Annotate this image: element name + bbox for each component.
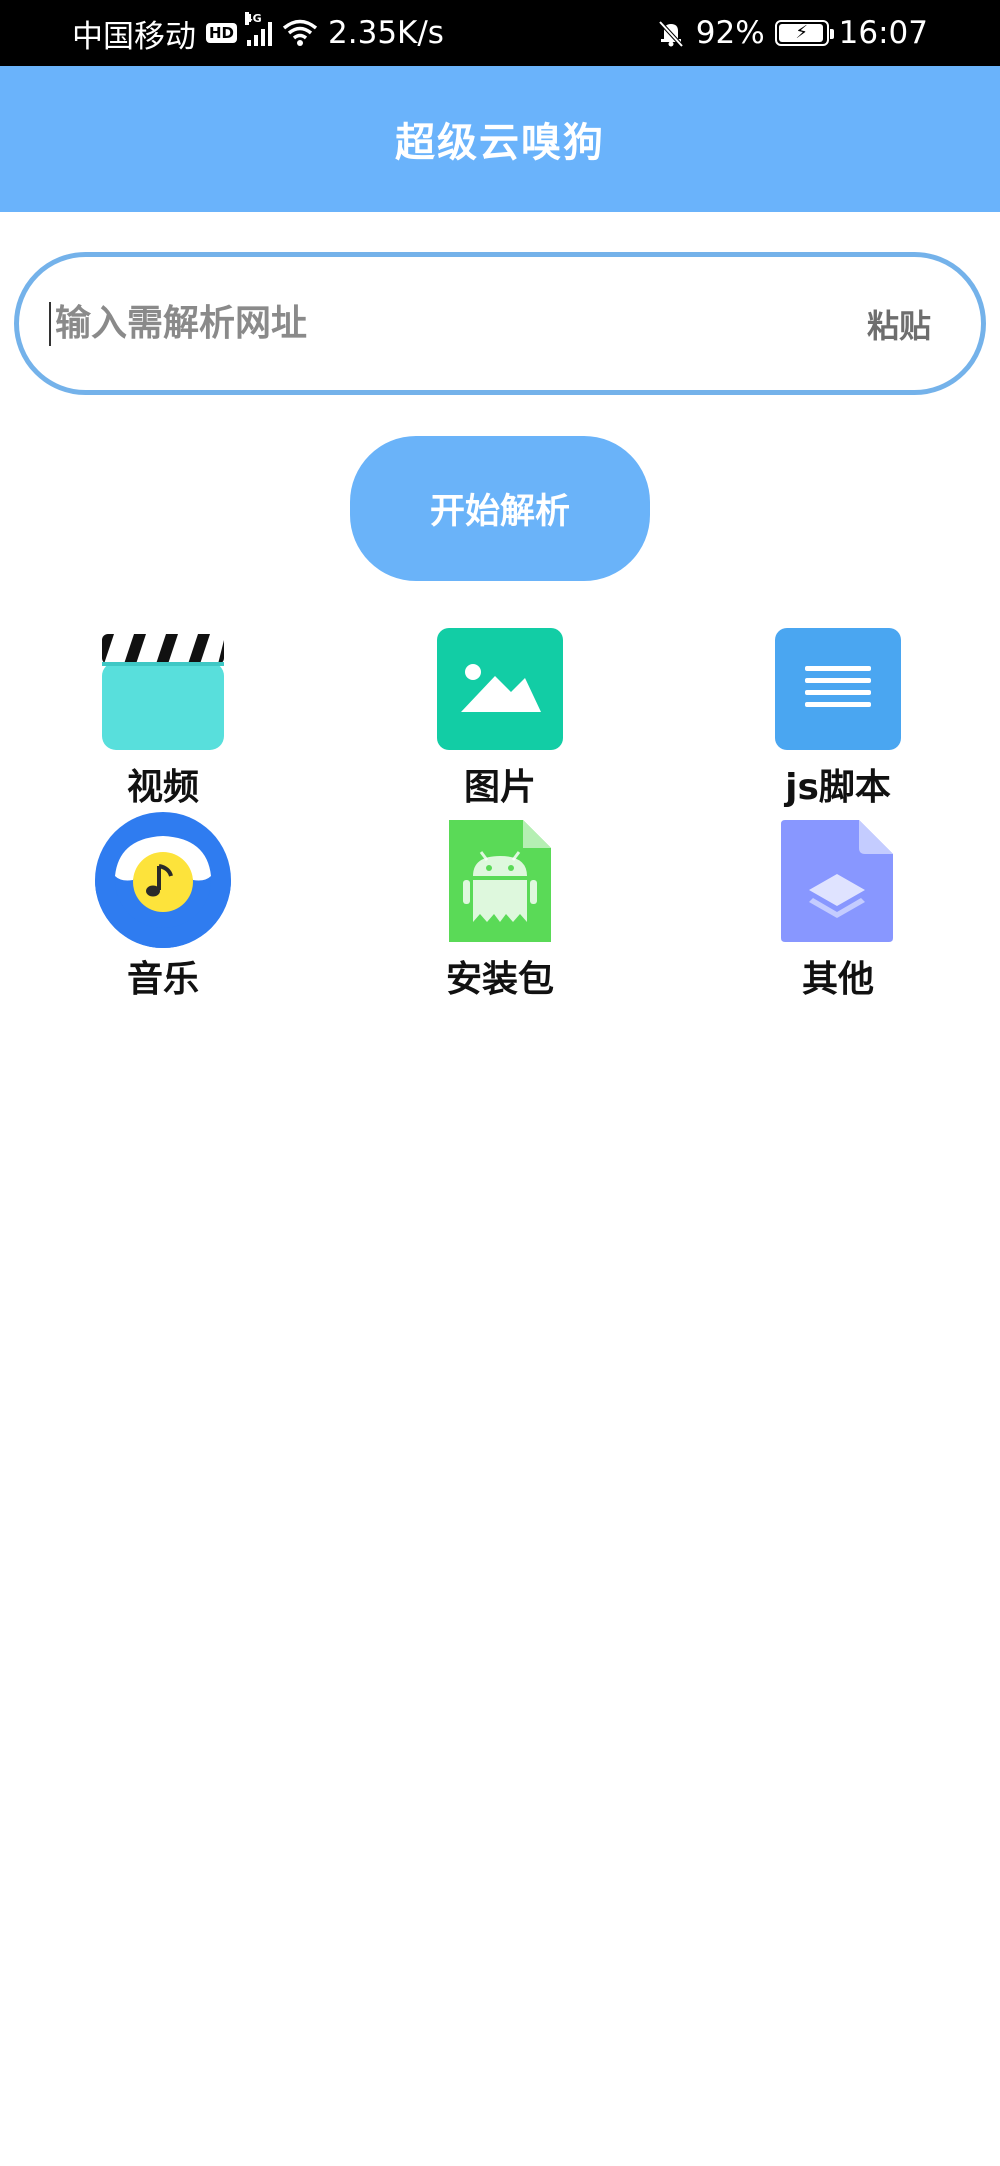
category-label: 安装包 [445, 959, 554, 1000]
status-bar-right: 92% ⚡ 16:07 [656, 15, 928, 51]
music-note-icon [95, 812, 231, 948]
wifi-icon [282, 19, 318, 46]
clock: 16:07 [838, 15, 928, 51]
battery-percent: 92% [695, 15, 765, 51]
app-bar: 超级云嗅狗 [0, 66, 1000, 212]
category-label: 视频 [126, 767, 199, 808]
layers-file-icon [781, 820, 893, 942]
android-apk-icon [449, 820, 551, 942]
start-parse-button[interactable]: 开始解析 [350, 436, 650, 581]
category-video[interactable]: 视频 [53, 626, 273, 810]
category-label: js脚本 [785, 767, 891, 808]
category-image[interactable]: 图片 [390, 626, 610, 810]
image-icon [437, 628, 563, 750]
status-bar: 中国移动 HD 4G 2.35K/s 92% ⚡ 16:07 [0, 0, 1000, 66]
battery-icon: ⚡ [774, 20, 834, 46]
hd-badge: HD [206, 23, 238, 43]
app-title: 超级云嗅狗 [395, 120, 605, 166]
category-apk[interactable]: 安装包 [390, 818, 610, 1002]
network-type: 4G [245, 12, 262, 25]
signal-icon: 4G [245, 12, 273, 46]
category-other[interactable]: 其他 [728, 818, 948, 1002]
bell-muted-icon [658, 20, 684, 48]
category-label: 图片 [463, 767, 536, 808]
category-label: 其他 [801, 959, 874, 1000]
network-speed: 2.35K/s [328, 15, 444, 51]
video-clapper-icon [102, 634, 224, 750]
category-js-script[interactable]: js脚本 [728, 626, 948, 810]
carrier-name: 中国移动 [72, 18, 196, 55]
paste-button[interactable]: 粘贴 [867, 301, 931, 347]
category-music[interactable]: 音乐 [53, 812, 273, 1002]
category-label: 音乐 [126, 959, 199, 1000]
status-bar-left: 中国移动 HD 4G 2.35K/s [72, 11, 444, 56]
url-input[interactable] [49, 301, 867, 346]
document-lines-icon [775, 628, 901, 750]
url-input-container: 粘贴 [14, 252, 986, 395]
